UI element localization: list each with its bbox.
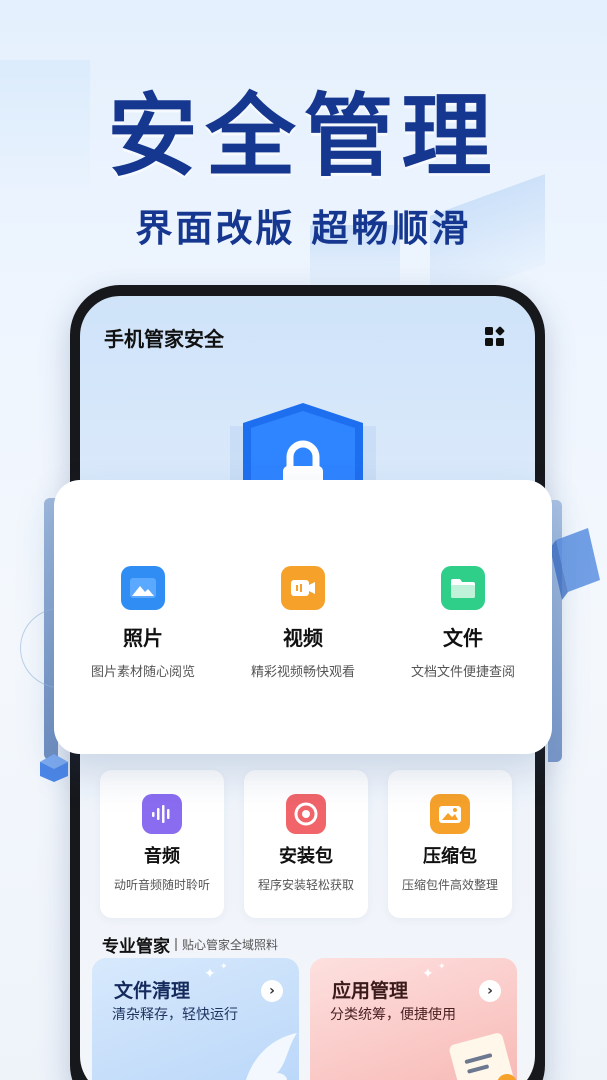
document-illustration [449, 1033, 517, 1080]
featured-item-photo[interactable]: 照片 图片素材随心阅览 [68, 542, 218, 712]
featured-name: 文件 [443, 626, 483, 650]
featured-item-video[interactable]: 视频 精彩视频畅快观看 [228, 542, 378, 712]
card-title: 应用管理 [332, 980, 409, 1002]
sparkle-icon: ✦ [220, 962, 228, 972]
hero-subtitle: 界面改版 超畅顺滑 [135, 207, 472, 250]
tool-desc: 动听音频随时聆听 [113, 878, 210, 892]
featured-name: 照片 [123, 626, 163, 650]
featured-name: 视频 [283, 626, 323, 650]
pro-cards: 文件清理 清杂释存，轻快运行 ✦ ✦ › 应用管理 分类统筹，便捷使用 ✦ ✦ … [92, 958, 522, 1080]
tool-name: 音频 [144, 846, 180, 867]
featured-items: 照片 图片素材随心阅览 视频 精彩视频畅快观看 文件 文档文件便捷查阅 [68, 542, 538, 712]
audio-icon [142, 794, 182, 834]
hero-title: 安全管理 [107, 84, 500, 189]
app-title: 手机管家安全 [104, 327, 224, 351]
pro-section-header: 专业管家 贴心管家全域照料 [102, 932, 278, 957]
package-icon [286, 794, 326, 834]
grid-apps-icon[interactable] [484, 326, 506, 348]
chevron-right-icon[interactable]: › [479, 980, 501, 1002]
file-clean-card[interactable]: 文件清理 清杂释存，轻快运行 ✦ ✦ › [92, 958, 299, 1080]
chevron-right-icon[interactable]: › [261, 980, 283, 1002]
divider [175, 938, 177, 951]
sparkle-icon: ✦ [438, 962, 446, 972]
app-manage-card[interactable]: 应用管理 分类统筹，便捷使用 ✦ ✦ › [310, 958, 517, 1080]
cube-decor [40, 754, 68, 782]
tool-card-audio[interactable]: 音频 动听音频随时聆听 [100, 770, 224, 918]
featured-desc: 图片素材随心阅览 [90, 665, 195, 680]
tool-name: 压缩包 [423, 846, 477, 867]
featured-card: 照片 图片素材随心阅览 视频 精彩视频畅快观看 文件 文档文件便捷查阅 [54, 480, 552, 754]
featured-desc: 文档文件便捷查阅 [410, 665, 515, 680]
section-subtitle: 贴心管家全域照料 [182, 938, 279, 952]
tool-name: 安装包 [279, 846, 333, 867]
video-icon [281, 566, 325, 610]
tool-cards: 音频 动听音频随时聆听 安装包 程序安装轻松获取 压缩包 压缩包件高效整理 [100, 770, 514, 920]
archive-icon [430, 794, 470, 834]
featured-desc: 精彩视频畅快观看 [250, 665, 355, 680]
folder-icon [441, 566, 485, 610]
wing-illustration [246, 1033, 297, 1080]
featured-item-file[interactable]: 文件 文档文件便捷查阅 [388, 542, 538, 712]
sparkle-icon: ✦ [204, 966, 216, 982]
tool-desc: 程序安装轻松获取 [257, 878, 354, 892]
card-desc: 清杂释存，轻快运行 [112, 1007, 238, 1023]
card-title: 文件清理 [114, 980, 191, 1002]
section-title: 专业管家 [102, 937, 170, 957]
card-desc: 分类统筹，便捷使用 [330, 1007, 456, 1023]
tool-card-package[interactable]: 安装包 程序安装轻松获取 [244, 770, 368, 918]
tool-card-archive[interactable]: 压缩包 压缩包件高效整理 [388, 770, 512, 918]
sparkle-icon: ✦ [422, 966, 434, 982]
photo-icon [121, 566, 165, 610]
tool-desc: 压缩包件高效整理 [401, 878, 498, 892]
cube-decor [550, 528, 600, 600]
